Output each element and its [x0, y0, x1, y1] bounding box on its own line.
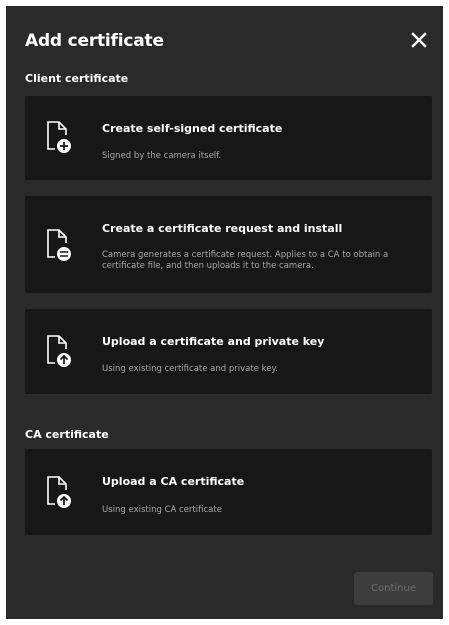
card-title: Create a certificate request and install [102, 222, 343, 235]
card-description: Using existing certificate and private k… [102, 364, 278, 374]
section-label-ca-certificate: CA certificate [25, 428, 109, 441]
close-icon [411, 32, 427, 48]
card-upload-certificate-and-private-key[interactable]: Upload a certificate and private key Usi… [25, 309, 432, 394]
card-create-certificate-request[interactable]: Create a certificate request and install… [25, 196, 432, 293]
card-description: Camera generates a certificate request. … [102, 250, 389, 271]
card-upload-ca-certificate[interactable]: Upload a CA certificate Using existing C… [25, 449, 432, 535]
card-title: Upload a CA certificate [102, 475, 245, 488]
add-certificate-dialog: Add certificate Client certificate Creat… [6, 6, 443, 619]
section-label-client-certificate: Client certificate [25, 72, 129, 85]
close-button[interactable] [407, 28, 431, 52]
document-request-icon [47, 229, 71, 261]
dialog-title: Add certificate [25, 31, 164, 51]
card-title: Create self-signed certificate [102, 122, 283, 135]
document-plus-icon [47, 121, 71, 153]
document-upload-icon [47, 476, 71, 508]
card-description: Using existing CA certificate [102, 505, 222, 515]
card-title: Upload a certificate and private key [102, 335, 325, 348]
card-create-self-signed-certificate[interactable]: Create self-signed certificate Signed by… [25, 96, 432, 180]
document-upload-icon [47, 335, 71, 367]
continue-button[interactable]: Continue [354, 572, 433, 605]
card-description: Signed by the camera itself. [102, 151, 222, 161]
